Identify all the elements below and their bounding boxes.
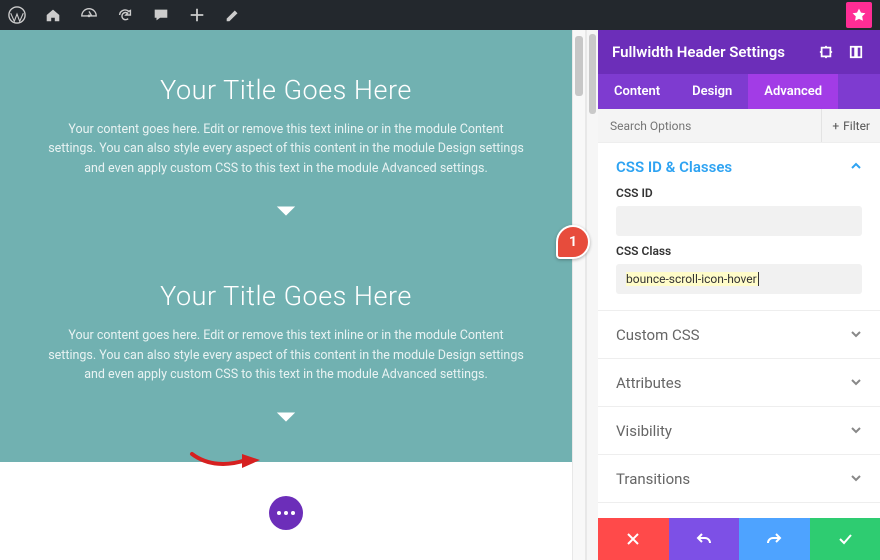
section-css-id-classes: CSS ID & Classes CSS ID CSS Class bounce…: [598, 143, 880, 311]
redo-button[interactable]: [739, 518, 810, 560]
wordpress-icon[interactable]: [8, 6, 26, 24]
save-button[interactable]: [810, 518, 880, 560]
action-bar: [598, 518, 880, 560]
snap-icon[interactable]: [846, 42, 866, 62]
section-visibility[interactable]: Visibility: [598, 407, 880, 455]
scrollbar[interactable]: [586, 30, 598, 560]
star-icon[interactable]: [846, 2, 872, 28]
admin-bar: [0, 0, 880, 30]
chevron-down-icon: [850, 470, 862, 488]
chevron-up-icon[interactable]: [850, 157, 862, 176]
tab-design[interactable]: Design: [676, 74, 748, 109]
gauge-icon[interactable]: [80, 6, 98, 24]
chevron-down-icon: [850, 422, 862, 440]
hero-body[interactable]: Your content goes here. Edit or remove t…: [46, 120, 526, 178]
section-transitions[interactable]: Transitions: [598, 455, 880, 503]
plus-icon[interactable]: [188, 6, 206, 24]
tab-advanced[interactable]: Advanced: [748, 74, 838, 109]
css-class-input[interactable]: bounce-scroll-icon-hover: [616, 264, 862, 294]
scroll-down-icon[interactable]: [275, 204, 297, 224]
css-class-value: bounce-scroll-icon-hover: [626, 272, 759, 286]
expand-icon[interactable]: [816, 42, 836, 62]
section-attributes[interactable]: Attributes: [598, 359, 880, 407]
cancel-button[interactable]: [598, 518, 669, 560]
hero-body[interactable]: Your content goes here. Edit or remove t…: [46, 326, 526, 384]
add-module-button[interactable]: [269, 496, 303, 530]
panel-header: Fullwidth Header Settings: [598, 30, 880, 74]
fullwidth-header-module[interactable]: Your Title Goes Here Your content goes h…: [0, 30, 572, 254]
section-title[interactable]: CSS ID & Classes: [616, 158, 732, 176]
page-preview: Your Title Goes Here Your content goes h…: [0, 30, 586, 560]
help-link[interactable]: ? Help: [598, 503, 880, 518]
home-icon[interactable]: [44, 6, 62, 24]
pencil-icon[interactable]: [224, 6, 242, 24]
filter-button[interactable]: +Filter: [821, 109, 880, 142]
refresh-icon[interactable]: [116, 6, 134, 24]
undo-button[interactable]: [669, 518, 740, 560]
chevron-down-icon: [850, 374, 862, 392]
tab-content[interactable]: Content: [598, 74, 676, 109]
search-input[interactable]: [598, 119, 821, 133]
comment-icon[interactable]: [152, 6, 170, 24]
section-custom-css[interactable]: Custom CSS: [598, 311, 880, 359]
chevron-down-icon: [850, 326, 862, 344]
scroll-down-icon[interactable]: [275, 410, 297, 430]
css-id-input[interactable]: [616, 206, 862, 236]
settings-panel: Fullwidth Header Settings Content Design…: [598, 30, 880, 560]
css-id-label: CSS ID: [616, 186, 862, 200]
scrollbar[interactable]: [572, 30, 586, 560]
hero-title[interactable]: Your Title Goes Here: [40, 280, 532, 312]
css-class-label: CSS Class: [616, 244, 862, 258]
fullwidth-header-module[interactable]: Your Title Goes Here Your content goes h…: [0, 254, 572, 462]
panel-tabs: Content Design Advanced: [598, 74, 880, 109]
hero-title[interactable]: Your Title Goes Here: [40, 74, 532, 106]
panel-title: Fullwidth Header Settings: [612, 43, 785, 61]
below-section: [0, 462, 572, 560]
search-row: +Filter: [598, 109, 880, 143]
